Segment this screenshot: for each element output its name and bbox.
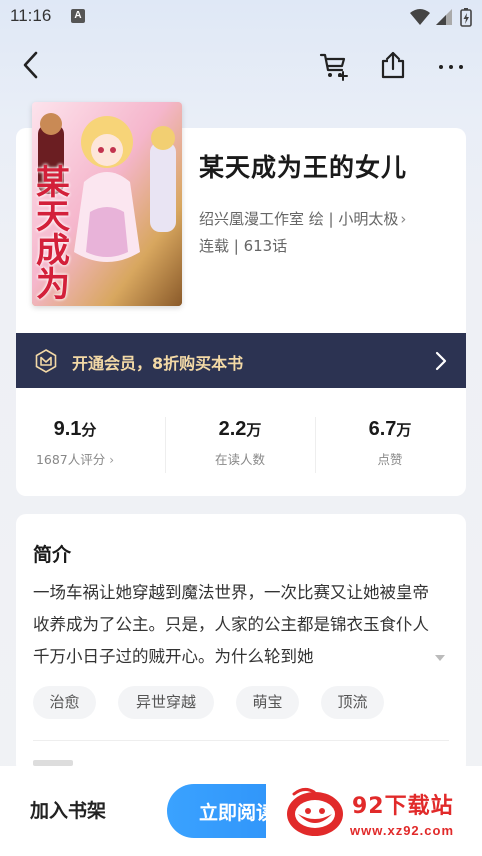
rating-value: 9.1分 — [53, 418, 97, 440]
watermark-logo — [287, 787, 343, 836]
synopsis-title: 简介 — [33, 544, 72, 566]
watermark: 92下载站 www.xz92.com — [266, 770, 482, 856]
synopsis-fade — [380, 643, 436, 673]
cart-icon[interactable] — [319, 51, 349, 81]
share-icon[interactable] — [378, 50, 408, 80]
book-title: 某天成为王的女儿 — [199, 153, 408, 182]
synopsis-text[interactable]: 一场车祸让她穿越到魔法世界，一次比赛又让她被皇帝收养成为了公主。只是，人家的公主… — [33, 577, 433, 673]
likes-label: 点赞 — [377, 452, 403, 467]
status-icons — [410, 8, 472, 27]
author-text: 绍兴凰漫工作室 绘 | 小明太极 — [199, 210, 399, 228]
readers-value: 2.2万 — [218, 418, 262, 440]
tag-item[interactable]: 异世穿越 — [118, 686, 214, 719]
book-cover[interactable]: 某天成为 — [32, 102, 182, 306]
vip-banner[interactable]: 开通会员，8折购买本书 — [16, 333, 466, 388]
tag-item[interactable]: 萌宝 — [236, 686, 299, 719]
readers-stat: 2.2万 在读人数 — [165, 418, 315, 468]
chevron-right-icon: › — [109, 453, 115, 467]
likes-value: 6.7万 — [368, 418, 412, 440]
cover-title-art: 某天成为 — [36, 163, 70, 305]
read-now-label: 立即阅读 — [199, 802, 276, 824]
book-status: 连载 | 613话 — [199, 237, 288, 255]
chevron-right-icon: › — [400, 210, 407, 228]
watermark-title: 92下载站 — [352, 794, 454, 819]
vip-badge-icon — [35, 349, 57, 373]
tag-item[interactable]: 顶流 — [321, 686, 384, 719]
add-to-shelf-button[interactable]: 加入书架 — [30, 796, 106, 823]
expand-icon[interactable] — [433, 651, 447, 665]
watermark-url: www.xz92.com — [350, 823, 454, 838]
signal-icon — [436, 9, 452, 25]
chevron-left-icon[interactable] — [18, 50, 48, 80]
vip-text: 开通会员，8折购买本书 — [72, 354, 244, 373]
tag-item[interactable]: 治愈 — [33, 686, 96, 719]
readers-label: 在读人数 — [214, 452, 265, 467]
likes-stat: 6.7万 点赞 — [315, 418, 465, 468]
status-time: 11:16 — [10, 6, 52, 25]
notification-icon: A — [71, 9, 85, 23]
rating-label: 1687人评分 › — [35, 452, 115, 467]
rating-stat[interactable]: 9.1分 1687人评分 › — [0, 418, 150, 468]
chevron-right-icon — [435, 351, 447, 371]
battery-icon — [460, 8, 472, 27]
wifi-icon — [410, 9, 430, 25]
status-bar: 11:16 A — [0, 0, 482, 34]
more-icon[interactable] — [436, 52, 466, 82]
divider — [33, 740, 449, 741]
author-link[interactable]: 绍兴凰漫工作室 绘 | 小明太极 › — [199, 208, 406, 229]
